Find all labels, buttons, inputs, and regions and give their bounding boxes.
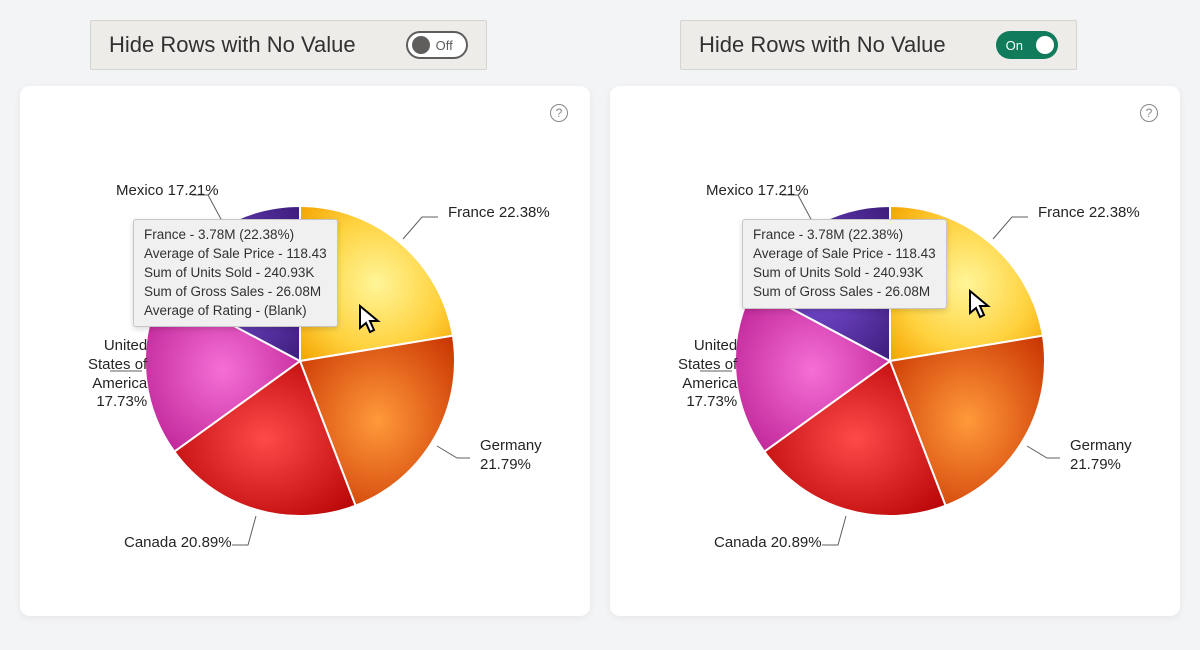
hide-rows-toggle-off-bar: Hide Rows with No Value Off [90, 20, 487, 70]
tooltip-line-3: Sum of Units Sold - 240.93K [753, 264, 936, 283]
label-canada: Canada 20.89% [124, 534, 232, 553]
tooltip-line-1: France - 3.78M (22.38%) [753, 226, 936, 245]
label-france: France 22.38% [448, 204, 550, 223]
toggle-label: Hide Rows with No Value [109, 32, 356, 58]
toggle-state-off: Off [436, 38, 453, 53]
label-germany-pct: 21.79% [480, 456, 531, 473]
tooltip-line-4: Sum of Gross Sales - 26.08M [753, 283, 936, 302]
label-germany-pct: 21.79% [1070, 456, 1121, 473]
label-usa-4: 17.73% [686, 393, 737, 410]
label-mexico: Mexico 17.21% [706, 182, 809, 201]
tooltip: France - 3.78M (22.38%) Average of Sale … [133, 219, 338, 327]
label-usa-1: United [104, 337, 147, 354]
label-usa-3: America [92, 375, 147, 392]
left-panel: Hide Rows with No Value Off ? [20, 20, 590, 616]
label-usa-2: States of [678, 356, 737, 373]
tooltip-line-2: Average of Sale Price - 118.43 [144, 245, 327, 264]
label-usa-4: 17.73% [96, 393, 147, 410]
chart-card-left: ? [20, 86, 590, 616]
toggle-switch-on[interactable]: On [996, 31, 1058, 59]
pie-chart-right[interactable]: France 22.38% Germany 21.79% Canada 20.8… [630, 106, 1160, 596]
tooltip-line-1: France - 3.78M (22.38%) [144, 226, 327, 245]
toggle-switch-off[interactable]: Off [406, 31, 468, 59]
chart-card-right: ? [610, 86, 1180, 616]
label-germany-name: Germany [480, 437, 542, 454]
tooltip-line-5: Average of Rating - (Blank) [144, 302, 327, 321]
label-usa-2: States of [88, 356, 147, 373]
pie-chart-left[interactable]: France 22.38% Germany 21.79% Canada 20.8… [40, 106, 570, 596]
label-canada: Canada 20.89% [714, 534, 822, 553]
tooltip-line-3: Sum of Units Sold - 240.93K [144, 264, 327, 283]
toggle-state-on: On [1006, 38, 1023, 53]
toggle-knob [412, 36, 430, 54]
label-usa-3: America [682, 375, 737, 392]
tooltip-line-4: Sum of Gross Sales - 26.08M [144, 283, 327, 302]
toggle-label: Hide Rows with No Value [699, 32, 946, 58]
label-germany-name: Germany [1070, 437, 1132, 454]
label-mexico: Mexico 17.21% [116, 182, 219, 201]
hide-rows-toggle-on-bar: Hide Rows with No Value On [680, 20, 1077, 70]
right-panel: Hide Rows with No Value On ? [610, 20, 1180, 616]
toggle-knob [1036, 36, 1054, 54]
tooltip-line-2: Average of Sale Price - 118.43 [753, 245, 936, 264]
label-france: France 22.38% [1038, 204, 1140, 223]
tooltip: France - 3.78M (22.38%) Average of Sale … [742, 219, 947, 309]
label-usa-1: United [694, 337, 737, 354]
